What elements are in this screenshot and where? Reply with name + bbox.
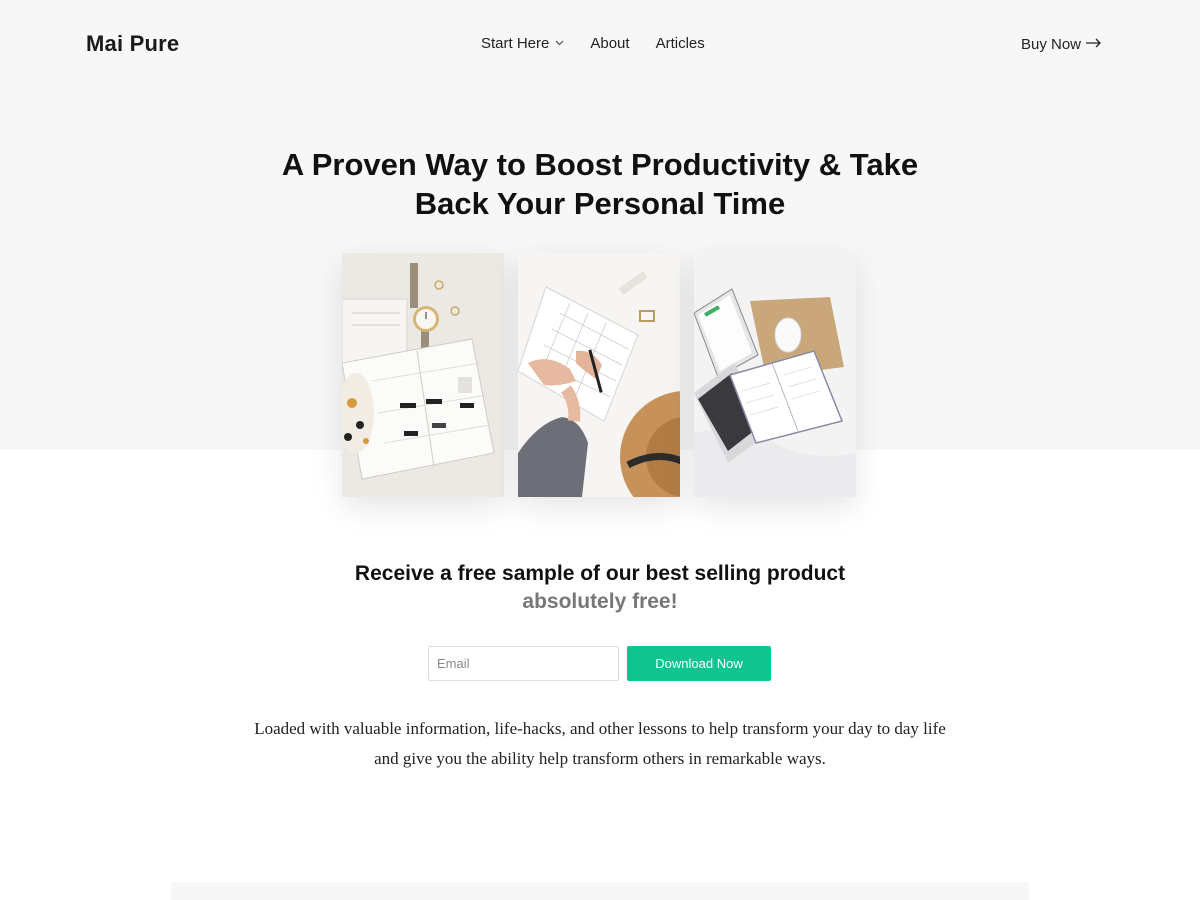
offer-title: Receive a free sample of our best sellin… (354, 562, 846, 585)
product-gallery (342, 253, 856, 497)
buy-now-link[interactable]: Buy Now (1021, 35, 1102, 53)
site-header: Mai Pure Start Here About Articles Buy N… (0, 0, 1200, 90)
gallery-image-calendar (518, 253, 680, 497)
nav-item-articles[interactable]: Articles (656, 35, 705, 52)
hero-title: A Proven Way to Boost Productivity & Tak… (250, 145, 950, 223)
nav-item-about[interactable]: About (590, 35, 629, 52)
chevron-down-icon (555, 38, 564, 49)
arrow-right-icon (1086, 35, 1102, 53)
hero-title-line-1: A Proven Way to Boost Productivity & Tak… (281, 147, 919, 182)
hero-title-line-2: Back Your Personal Time (414, 186, 786, 221)
next-section-band (171, 882, 1029, 900)
gallery-image-laptop (694, 253, 856, 497)
buy-now-label: Buy Now (1020, 35, 1081, 53)
site-logo[interactable]: Mai Pure (86, 31, 179, 57)
gallery-image-planner (342, 253, 504, 497)
signup-form: Download Now (428, 646, 771, 681)
download-now-button[interactable]: Download Now (627, 646, 771, 681)
nav-item-start-here[interactable]: Start Here (481, 35, 564, 52)
offer-subtitle: absolutely free! (522, 590, 678, 613)
nav-item-label: Start Here (481, 35, 550, 52)
email-input[interactable] (428, 646, 619, 681)
nav-item-label: Articles (655, 35, 705, 52)
nav-item-label: About (590, 35, 630, 52)
offer-description: Loaded with valuable information, life-h… (254, 719, 946, 768)
main-nav: Start Here About Articles (481, 35, 705, 52)
